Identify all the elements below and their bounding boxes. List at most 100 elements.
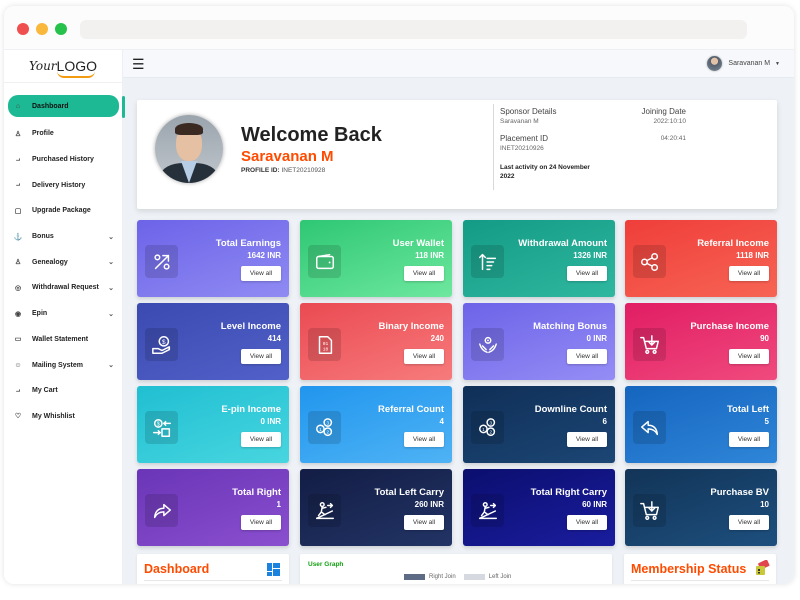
maximize-window-button[interactable]	[55, 23, 67, 35]
card-value: 60 INR	[582, 500, 607, 509]
last-activity: Last activity on 24 November 2022	[500, 164, 590, 180]
svg-text:2: 2	[326, 429, 329, 434]
sidebar-item-label: Purchased History	[32, 156, 94, 164]
view-all-button[interactable]: View all	[567, 432, 607, 447]
card-title: Total Right Carry	[530, 487, 607, 498]
sidebar-item-label: My Whishlist	[32, 412, 75, 420]
main-content: Welcome Back Saravanan M PROFILE ID: INE…	[122, 78, 794, 584]
view-all-button[interactable]: View all	[567, 349, 607, 364]
hamburger-icon[interactable]: ☰	[132, 57, 145, 71]
user-menu[interactable]: Saravanan M ▼	[707, 56, 780, 71]
sidebar-item-withdrawal-request[interactable]: ◎ Withdrawal Request ⌄	[4, 275, 122, 301]
sidebar-item-wallet-statement[interactable]: ▭ Wallet Statement	[4, 327, 122, 353]
sort-up-icon	[471, 245, 504, 278]
logo-text-logo: LOGO	[56, 58, 98, 78]
sidebar-item-label: Bonus	[32, 233, 54, 241]
card-value: 240	[430, 334, 444, 343]
sidebar-item-my-cart[interactable]: ⨼ My Cart	[4, 378, 122, 404]
welcome-card: Welcome Back Saravanan M PROFILE ID: INE…	[137, 100, 777, 209]
sponsor-label: Sponsor Details	[500, 107, 557, 116]
placement-label: Placement ID	[500, 134, 549, 143]
view-all-button[interactable]: View all	[404, 349, 444, 364]
user-name: Saravanan M	[728, 60, 771, 67]
card-title: Downline Count	[534, 404, 607, 415]
view-all-button[interactable]: View all	[567, 266, 607, 281]
svg-text:1: 1	[319, 426, 322, 431]
sidebar-item-label: Mailing System	[32, 361, 83, 369]
wallet-icon	[308, 245, 341, 278]
card-value: 118 INR	[415, 251, 444, 260]
view-all-button[interactable]: View all	[404, 432, 444, 447]
user-icon: ♙	[14, 130, 22, 138]
view-all-button[interactable]: View all	[729, 349, 769, 364]
view-all-button[interactable]: View all	[404, 515, 444, 530]
minimize-window-button[interactable]	[36, 23, 48, 35]
welcome-title: Welcome Back	[241, 124, 382, 146]
stat-card-referral-count: 3 1 2 Referral Count 4 View all	[300, 386, 452, 463]
card-title: Withdrawal Amount	[518, 238, 607, 249]
stat-card-matching-bonus: Matching Bonus 0 INR View all	[463, 303, 615, 380]
svg-text:$: $	[162, 339, 166, 346]
view-all-button[interactable]: View all	[241, 432, 281, 447]
stat-card-binary-income: 01 10 Binary Income 240 View all	[300, 303, 452, 380]
view-all-button[interactable]: View all	[241, 266, 281, 281]
chevron-down-icon: ⌄	[108, 284, 114, 292]
arrow-left-curve-icon	[633, 411, 666, 444]
view-all-button[interactable]: View all	[729, 266, 769, 281]
card-title: Purchase Income	[690, 321, 769, 332]
sidebar-item-epin[interactable]: ◉ Epin ⌄	[4, 301, 122, 327]
top-bar: ☰ Saravanan M ▼	[123, 50, 794, 78]
mail-icon: ☺	[14, 361, 22, 369]
joining-date-label: Joining Date	[641, 107, 686, 116]
pin-icon: ◉	[14, 310, 22, 318]
cart-icon: ⨼	[15, 181, 21, 189]
svg-text:01: 01	[322, 341, 328, 347]
joining-time: 04:20:41	[660, 135, 686, 142]
view-all-button[interactable]: View all	[241, 349, 281, 364]
dashboard-panel-title: Dashboard	[144, 562, 210, 576]
cart-icon: ⨼	[15, 386, 21, 394]
card-value: 6	[602, 417, 607, 426]
logo[interactable]: Your LOGO	[4, 50, 122, 83]
legend-swatch-right-join	[404, 574, 425, 580]
profile-id: PROFILE ID: INET20210928	[241, 167, 326, 174]
view-all-button[interactable]: View all	[729, 432, 769, 447]
chevron-down-icon: ⌄	[108, 259, 114, 267]
sidebar-item-dashboard[interactable]: ⌂ Dashboard	[8, 95, 119, 117]
card-value: 0 INR	[586, 334, 607, 343]
sidebar-item-my-whishlist[interactable]: ♡ My Whishlist	[4, 404, 122, 430]
view-all-button[interactable]: View all	[729, 515, 769, 530]
sidebar-item-delivery-history[interactable]: ⨼ Delivery History	[4, 172, 122, 198]
sidebar-item-bonus[interactable]: ⚓ Bonus ⌄	[4, 224, 122, 250]
card-value: 0 INR	[260, 417, 281, 426]
svg-text:3: 3	[489, 420, 492, 425]
divider	[493, 104, 494, 190]
view-all-button[interactable]: View all	[567, 515, 607, 530]
chevron-down-icon: ⌄	[108, 362, 114, 370]
card-title: Total Left	[726, 404, 769, 415]
binary-file-icon: 01 10	[308, 328, 341, 361]
card-value: 1642 INR	[247, 251, 281, 260]
stat-card-total-right: Total Right 1 View all	[137, 469, 289, 546]
welcome-user-name: Saravanan M	[241, 148, 334, 165]
sidebar-item-purchased-history[interactable]: ⨼ Purchased History	[4, 147, 122, 173]
address-bar[interactable]	[80, 20, 747, 39]
view-all-button[interactable]: View all	[241, 515, 281, 530]
caret-down-icon: ▼	[775, 60, 780, 67]
view-all-button[interactable]: View all	[404, 266, 444, 281]
close-window-button[interactable]	[17, 23, 29, 35]
legend-label-right-join: Right Join	[429, 574, 456, 580]
sidebar-item-mailing-system[interactable]: ☺ Mailing System ⌄	[4, 352, 122, 378]
hand-coin-icon: $	[145, 328, 178, 361]
numbered-bubbles-icon: 312	[471, 411, 504, 444]
home-icon: ⌂	[15, 102, 21, 110]
stat-card-purchase-bv: Purchase BV 10 View all	[625, 469, 777, 546]
package-icon: ▢	[14, 207, 22, 215]
sidebar-item-upgrade-package[interactable]: ▢ Upgrade Package	[4, 198, 122, 224]
sidebar: Your LOGO ⌂ Dashboard ♙ Profile ⨼ Purchased Hi…	[4, 50, 123, 584]
sidebar-item-profile[interactable]: ♙ Profile	[4, 121, 122, 147]
stat-card-total-right-carry: Total Right Carry 60 INR View all	[463, 469, 615, 546]
sidebar-item-genealogy[interactable]: ♙ Genealogy ⌄	[4, 249, 122, 275]
stat-card-total-left: Total Left 5 View all	[625, 386, 777, 463]
percent-icon	[145, 245, 178, 278]
